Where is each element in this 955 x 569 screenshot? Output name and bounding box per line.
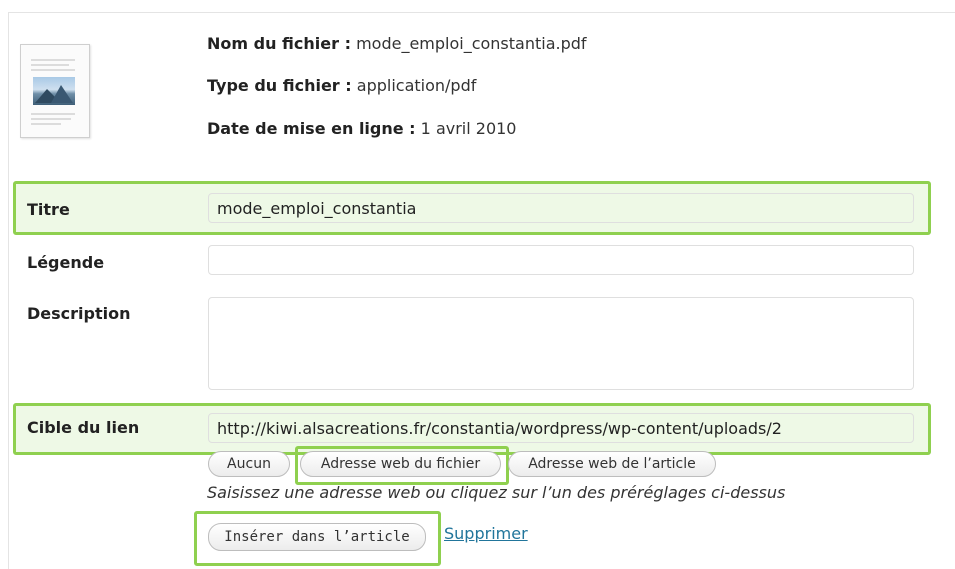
panel-left-border [8, 12, 9, 569]
link-target-label: Cible du lien [27, 418, 140, 437]
file-type-value: application/pdf [356, 76, 477, 95]
title-label: Titre [27, 200, 70, 219]
file-type-label: Type du fichier : [207, 76, 352, 95]
upload-date-label: Date de mise en ligne : [207, 119, 416, 138]
article-url-button[interactable]: Adresse web de l’article [508, 451, 716, 477]
insert-into-post-button[interactable]: Insérer dans l’article [208, 523, 426, 551]
caption-label: Légende [27, 253, 105, 272]
file-name-row: Nom du fichier : mode_emploi_constantia.… [207, 34, 587, 53]
file-type-row: Type du fichier : application/pdf [207, 76, 476, 95]
delete-link[interactable]: Supprimer [444, 524, 528, 543]
file-name-value: mode_emploi_constantia.pdf [356, 34, 587, 53]
file-url-button[interactable]: Adresse web du fichier [300, 451, 501, 477]
link-none-button[interactable]: Aucun [208, 451, 290, 477]
link-url-input[interactable]: http://kiwi.alsacreations.fr/constantia/… [208, 413, 914, 443]
upload-date-value: 1 avril 2010 [420, 119, 517, 138]
upload-date-row: Date de mise en ligne : 1 avril 2010 [207, 119, 516, 138]
title-input[interactable]: mode_emploi_constantia [208, 193, 914, 223]
file-name-label: Nom du fichier : [207, 34, 351, 53]
description-label: Description [27, 304, 131, 323]
caption-input[interactable] [208, 245, 914, 275]
pdf-document-thumbnail-icon [20, 44, 90, 138]
link-hint-text: Saisissez une adresse web ou cliquez sur… [207, 483, 786, 502]
description-textarea[interactable] [208, 297, 914, 390]
panel-top-border [8, 12, 955, 13]
